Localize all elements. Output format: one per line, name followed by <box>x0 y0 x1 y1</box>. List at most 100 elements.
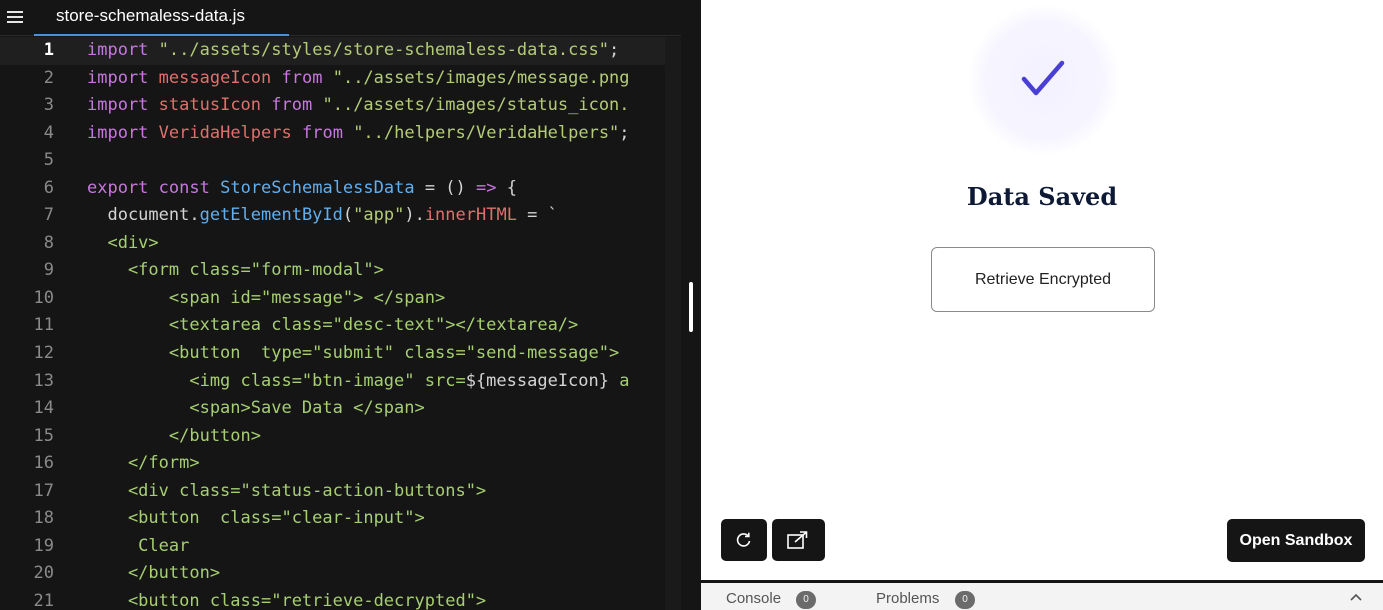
code-token: VeridaHelpers <box>158 122 292 143</box>
code-line[interactable]: 15 </button> <box>0 423 681 451</box>
line-number: 13 <box>33 370 54 391</box>
status-title: Data Saved <box>966 182 1118 211</box>
code-text: <img class="btn-image" src=${messageIcon… <box>87 368 629 396</box>
editor-file-tab[interactable]: store-schemaless-data.js <box>34 0 289 36</box>
hamburger-menu-icon[interactable] <box>6 8 24 26</box>
code-text: <span id="message"> </span> <box>87 285 445 313</box>
code-text: import statusIcon from "../assets/images… <box>87 92 630 120</box>
code-token: <span>Save Data </span> <box>87 398 425 419</box>
editor-tab-bar: store-schemaless-data.js <box>0 0 681 36</box>
code-token: "../assets/images/status_icon. <box>322 95 630 116</box>
code-text: <button class="retrieve-decrypted"> <box>87 588 486 610</box>
problems-tab[interactable]: Problems <box>876 590 939 607</box>
line-number: 16 <box>33 453 54 474</box>
editor-scrollbar[interactable] <box>665 37 681 610</box>
line-number: 11 <box>33 315 54 336</box>
code-token: import <box>87 67 149 88</box>
code-token: ; <box>609 40 620 60</box>
code-token: ). <box>404 205 425 226</box>
code-token: </form> <box>87 453 200 474</box>
code-token: Clear <box>87 535 190 556</box>
code-text: <div class="status-action-buttons"> <box>87 478 486 506</box>
preview-pane: Data Saved Retrieve Encrypted Open Sandb… <box>701 0 1383 580</box>
line-number: 10 <box>33 287 54 308</box>
code-line[interactable]: 14 <span>Save Data </span> <box>0 395 681 423</box>
code-line[interactable]: 1 import "../assets/styles/store-schemale… <box>0 37 681 65</box>
code-line[interactable]: 7 document.getElementById("app").innerHT… <box>0 202 681 230</box>
code-line[interactable]: 17 <div class="status-action-buttons"> <box>0 478 681 506</box>
file-tab-label: store-schemaless-data.js <box>56 6 245 25</box>
code-line[interactable]: 18 <button class="clear-input"> <box>0 505 681 533</box>
code-line[interactable]: 8 <div> <box>0 230 681 258</box>
refresh-button[interactable] <box>721 519 767 561</box>
line-number: 5 <box>43 150 54 171</box>
code-line[interactable]: 20 </button> <box>0 560 681 588</box>
bottom-panel-bar: Console 0 Problems 0 <box>701 580 1383 610</box>
code-text: </button> <box>87 560 220 588</box>
code-line[interactable]: 19 Clear <box>0 533 681 561</box>
code-token: import <box>87 40 149 60</box>
code-token: <button type="submit" class="send-messag… <box>87 343 620 364</box>
retrieve-encrypted-button[interactable]: Retrieve Encrypted <box>931 247 1155 312</box>
code-token: <textarea class="desc-text"></textarea/> <box>87 315 579 336</box>
code-area[interactable]: 1 import "../assets/styles/store-schemale… <box>0 37 681 610</box>
code-token: document. <box>87 205 200 226</box>
line-number: 7 <box>43 205 54 226</box>
code-text: <textarea class="desc-text"></textarea/> <box>87 312 578 340</box>
code-token: ( <box>342 205 354 226</box>
code-text: <span>Save Data </span> <box>87 395 425 423</box>
line-number: 19 <box>33 535 54 556</box>
code-token: StoreSchemalessData <box>220 177 415 198</box>
code-token: </button> <box>87 563 221 584</box>
line-number: 9 <box>43 260 54 281</box>
resize-handle[interactable] <box>689 282 693 332</box>
code-token: import <box>87 95 149 116</box>
code-line[interactable]: 11 <textarea class="desc-text"></textare… <box>0 312 681 340</box>
code-token: "../assets/images/message.png <box>332 67 630 88</box>
line-number: 1 <box>43 40 54 60</box>
code-text: import "../assets/styles/store-schemales… <box>87 37 619 65</box>
line-number: 21 <box>33 590 54 610</box>
line-number: 6 <box>43 177 54 198</box>
code-token: <form class="form-modal"> <box>87 260 384 281</box>
code-token: getElementById <box>199 205 343 226</box>
open-sandbox-button[interactable]: Open Sandbox <box>1227 519 1365 562</box>
code-text: </button> <box>87 423 261 451</box>
code-line[interactable]: 10 <span id="message"> </span> <box>0 285 681 313</box>
code-line[interactable]: 5 <box>0 147 681 175</box>
code-text: <div> <box>87 230 158 258</box>
code-token: from <box>281 67 323 88</box>
code-line[interactable]: 9 <form class="form-modal"> <box>0 257 681 285</box>
line-number: 15 <box>33 425 54 446</box>
success-badge <box>969 5 1119 155</box>
code-line[interactable]: 21 <button class="retrieve-decrypted"> <box>0 588 681 610</box>
code-line[interactable]: 13 <img class="btn-image" src=${messageI… <box>0 368 681 396</box>
open-new-window-button[interactable] <box>772 519 825 561</box>
code-token: export <box>87 177 149 198</box>
check-icon <box>1021 60 1065 96</box>
code-line[interactable]: 6 export const StoreSchemalessData = () =… <box>0 175 681 203</box>
pane-resize-divider[interactable] <box>681 0 701 610</box>
code-line[interactable]: 2 import messageIcon from "../assets/imag… <box>0 65 681 93</box>
line-number: 18 <box>33 508 54 529</box>
code-text: document.getElementById("app").innerHTML… <box>87 202 557 230</box>
console-tab[interactable]: Console <box>726 590 781 607</box>
code-line[interactable]: 4 import VeridaHelpers from "../helpers/V… <box>0 120 681 148</box>
code-token: from <box>271 95 313 116</box>
line-number: 17 <box>33 480 54 501</box>
chevron-up-icon[interactable] <box>1350 593 1362 601</box>
code-line[interactable]: 16 </form> <box>0 450 681 478</box>
code-line[interactable]: 3 import statusIcon from "../assets/image… <box>0 92 681 120</box>
code-token: messageIcon <box>158 67 272 88</box>
code-line[interactable]: 12 <button type="submit" class="send-mes… <box>0 340 681 368</box>
code-token: "../assets/styles/store-schemaless-data.… <box>158 40 610 60</box>
